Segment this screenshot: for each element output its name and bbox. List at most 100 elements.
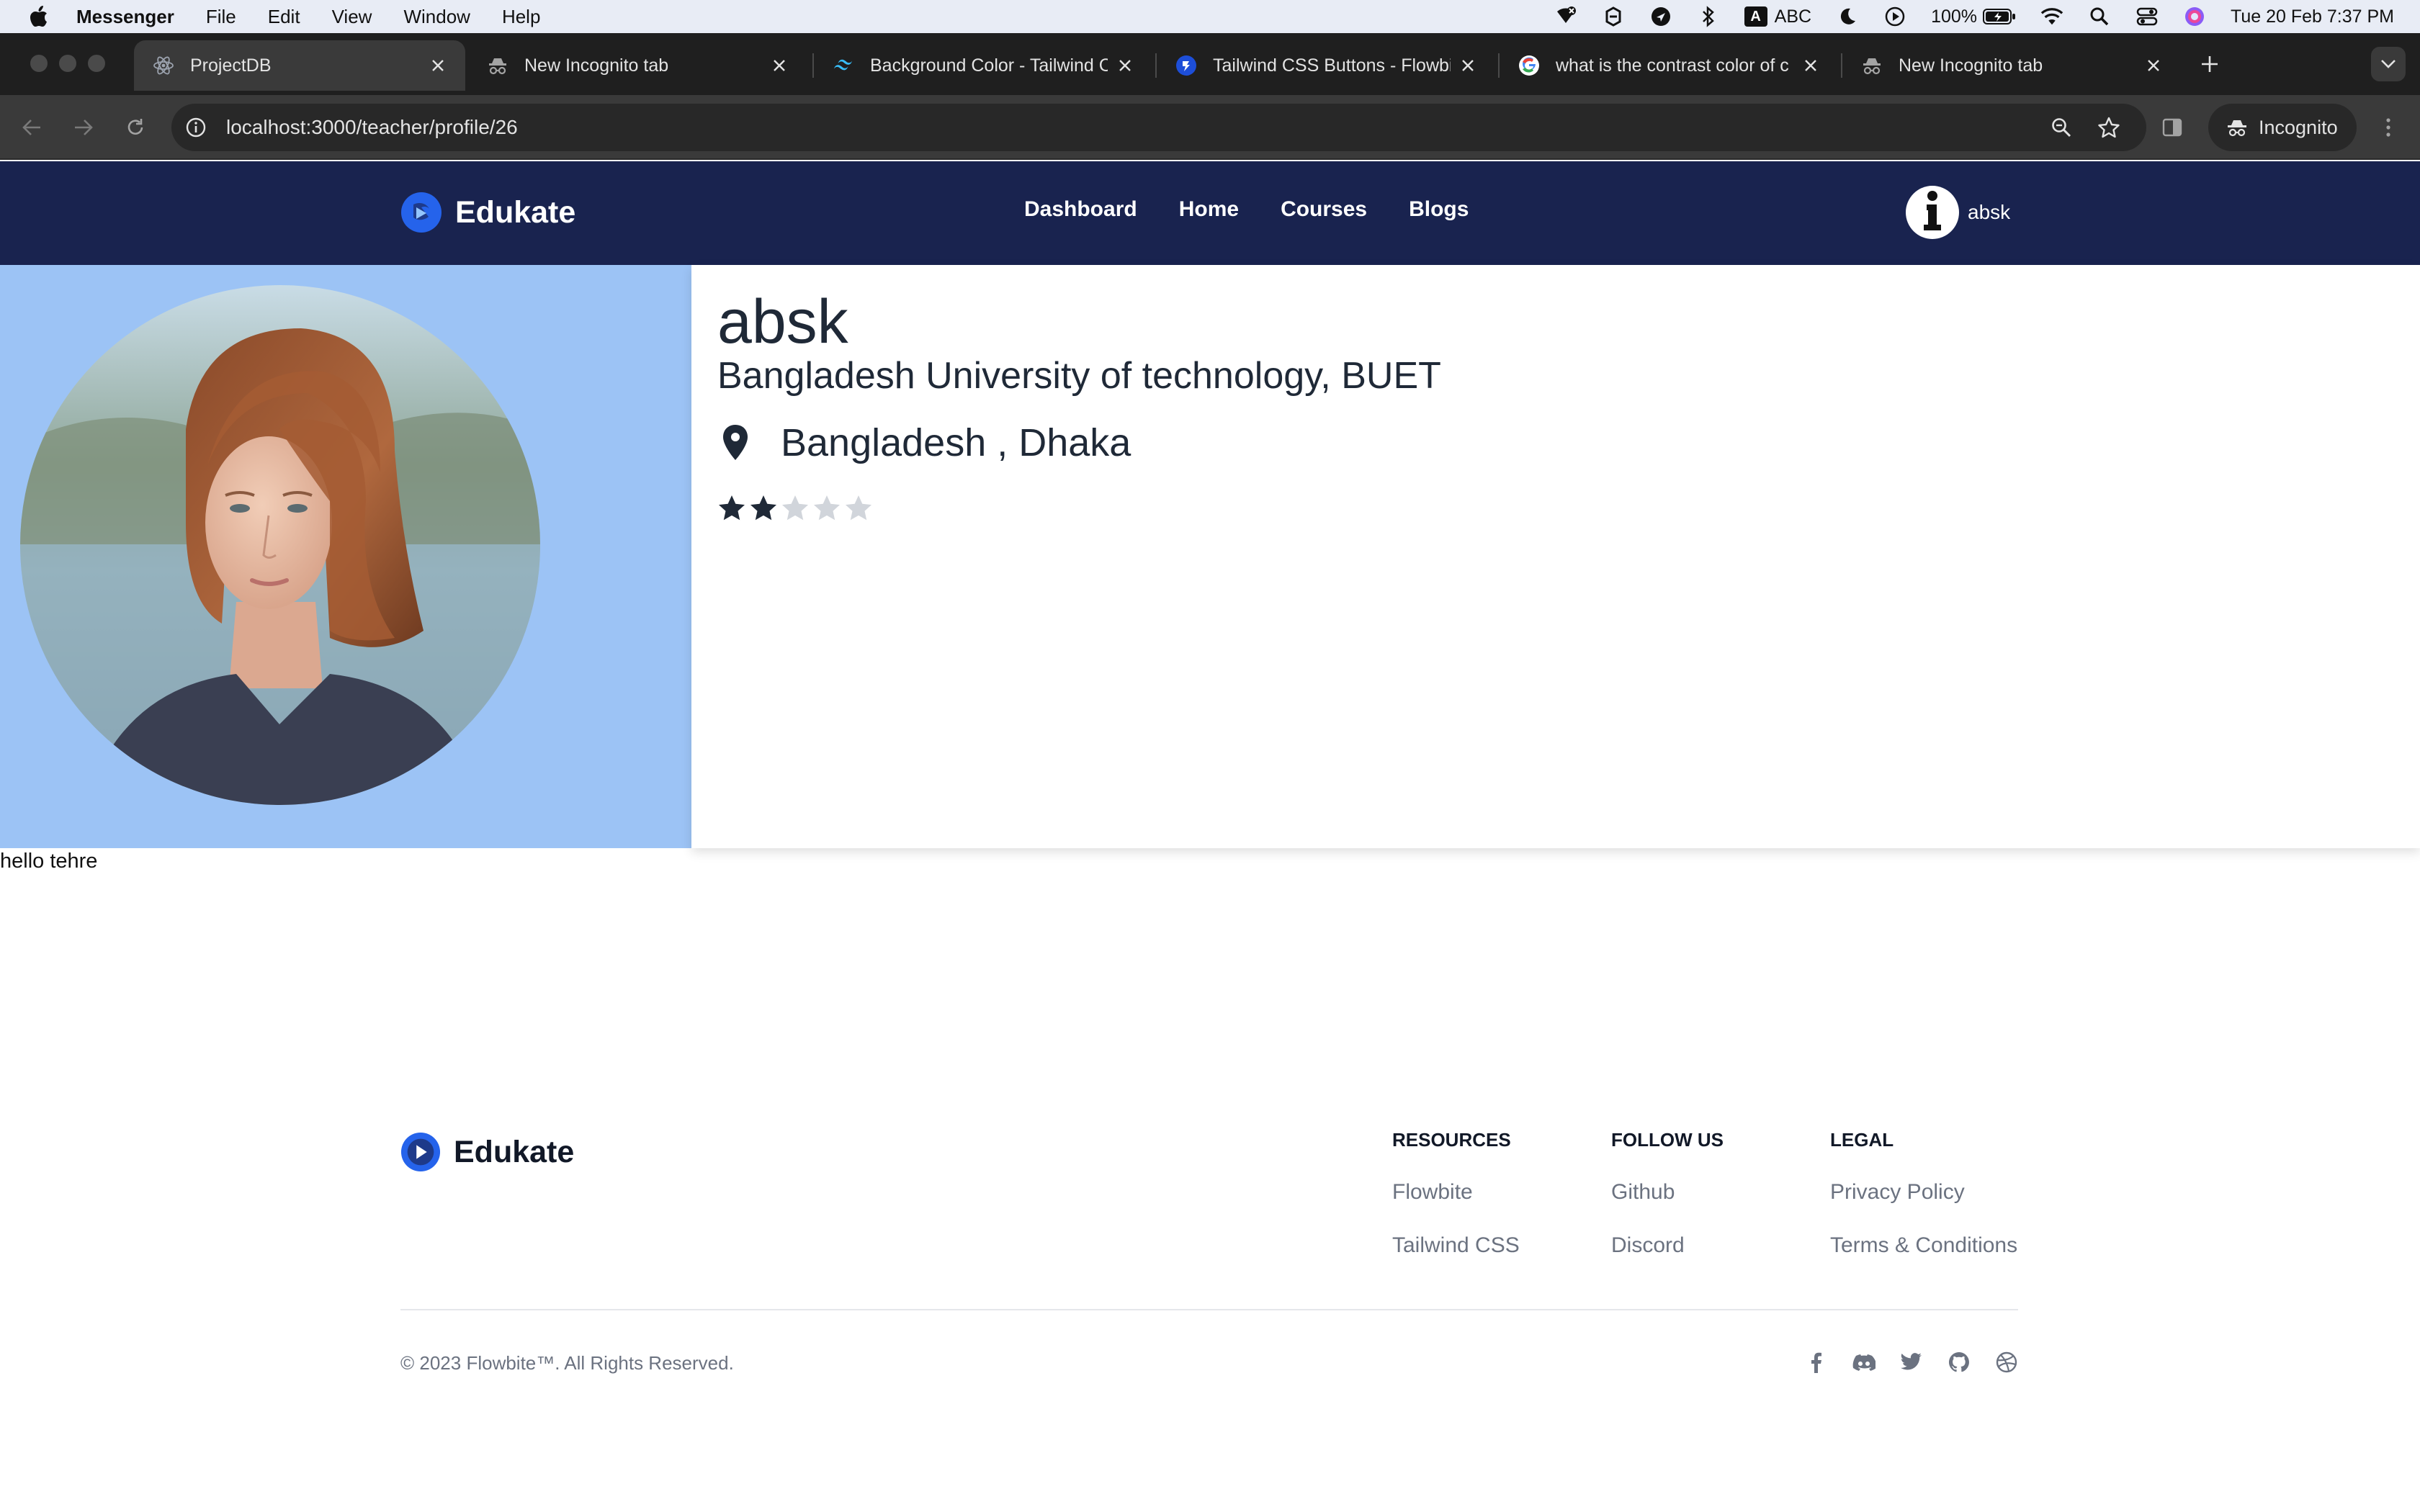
tab-close-icon[interactable] xyxy=(2142,54,2165,77)
dribbble-icon[interactable] xyxy=(1995,1351,2018,1374)
browser-tab-strip: ProjectDB New Incognito tab Background C… xyxy=(0,33,2420,95)
rating-stars xyxy=(717,494,873,523)
star-empty-icon xyxy=(814,495,840,521)
url-text[interactable]: localhost:3000/teacher/profile/26 xyxy=(226,116,518,139)
incognito-icon xyxy=(1861,55,1883,76)
incognito-label: Incognito xyxy=(2259,116,2338,138)
menu-file[interactable]: File xyxy=(206,6,236,28)
footer-column-resources: RESOURCES Flowbite Tailwind CSS xyxy=(1392,1123,1520,1287)
site-info-icon[interactable] xyxy=(184,116,207,139)
menu-view[interactable]: View xyxy=(332,6,372,28)
tab-close-icon[interactable] xyxy=(1113,54,1137,77)
main-nav-links: Dashboard Home Courses Blogs xyxy=(1024,197,1469,222)
footer-link-flowbite[interactable]: Flowbite xyxy=(1392,1180,1520,1205)
macos-menu-bar: Messenger File Edit View Window Help A A… xyxy=(0,0,2420,33)
zoom-magnifier-icon[interactable] xyxy=(2048,114,2074,140)
input-source-icon: A xyxy=(1744,6,1767,27)
window-close-button[interactable] xyxy=(30,55,48,72)
footer-copyright: © 2023 Flowbite™. All Rights Reserved. xyxy=(400,1352,734,1374)
now-playing-icon[interactable] xyxy=(1883,5,1906,28)
footer-link-tailwind[interactable]: Tailwind CSS xyxy=(1392,1233,1520,1258)
window-minimize-button[interactable] xyxy=(59,55,76,72)
profile-institution: Bangladesh University of technology, BUE… xyxy=(717,355,1441,397)
footer-column-legal: LEGAL Privacy Policy Terms & Conditions xyxy=(1830,1123,2017,1287)
sync-icon[interactable] xyxy=(1602,5,1625,28)
forward-arrow-icon[interactable] xyxy=(66,110,101,145)
nav-link-dashboard[interactable]: Dashboard xyxy=(1024,197,1137,222)
edukate-logo-icon xyxy=(401,192,442,233)
menu-edit[interactable]: Edit xyxy=(268,6,300,28)
map-pin-icon xyxy=(723,425,748,460)
vpn-status-icon[interactable] xyxy=(1554,5,1577,28)
nav-link-home[interactable]: Home xyxy=(1179,197,1239,222)
apple-icon[interactable] xyxy=(27,5,49,28)
tailwind-icon xyxy=(833,55,854,76)
back-arrow-icon[interactable] xyxy=(14,110,49,145)
browser-toolbar: localhost:3000/teacher/profile/26 Incogn… xyxy=(0,95,2420,160)
facebook-icon[interactable] xyxy=(1805,1351,1828,1374)
incognito-indicator[interactable]: Incognito xyxy=(2208,104,2357,151)
profile-photo xyxy=(20,285,540,805)
footer-link-privacy-policy[interactable]: Privacy Policy xyxy=(1830,1180,2017,1205)
bluetooth-icon[interactable] xyxy=(1697,5,1720,28)
tab-search-chevron-icon[interactable] xyxy=(2371,47,2406,81)
bookmark-star-icon[interactable] xyxy=(2096,114,2122,140)
tab-new-incognito-2[interactable]: New Incognito tab xyxy=(1842,40,2181,91)
focus-moon-icon[interactable] xyxy=(1836,5,1859,28)
github-icon[interactable] xyxy=(1948,1351,1971,1374)
tab-close-icon[interactable] xyxy=(1799,54,1822,77)
nav-link-blogs[interactable]: Blogs xyxy=(1409,197,1469,222)
window-zoom-button[interactable] xyxy=(88,55,105,72)
siri-icon[interactable] xyxy=(2183,5,2206,28)
profile-location-text: Bangladesh , Dhaka xyxy=(781,421,1131,464)
input-source[interactable]: A ABC xyxy=(1744,6,1811,27)
incognito-icon xyxy=(2226,116,2249,139)
address-bar[interactable]: localhost:3000/teacher/profile/26 xyxy=(171,104,2146,151)
menubar-clock[interactable]: Tue 20 Feb 7:37 PM xyxy=(2231,6,2394,27)
side-panel-icon[interactable] xyxy=(2155,110,2190,145)
star-filled-icon xyxy=(750,495,776,521)
tab-google-search[interactable]: what is the contrast color of c xyxy=(1500,40,1838,91)
site-footer: Edukate RESOURCES Flowbite Tailwind CSS … xyxy=(400,1123,2018,1397)
footer-link-discord[interactable]: Discord xyxy=(1611,1233,1724,1258)
tab-tailwind-buttons-flowbite[interactable]: Tailwind CSS Buttons - Flowbite xyxy=(1157,40,1495,91)
tab-close-icon[interactable] xyxy=(768,54,791,77)
footer-brand-name: Edukate xyxy=(454,1134,575,1169)
user-menu[interactable]: absk xyxy=(1906,186,2010,239)
navigation-icon[interactable] xyxy=(1649,5,1672,28)
footer-link-github[interactable]: Github xyxy=(1611,1180,1724,1205)
spotlight-search-icon[interactable] xyxy=(2088,5,2111,28)
battery-icon xyxy=(1983,9,2016,24)
footer-link-terms[interactable]: Terms & Conditions xyxy=(1830,1233,2017,1258)
react-icon xyxy=(153,55,174,76)
tab-title: ProjectDB xyxy=(190,55,272,76)
twitter-icon[interactable] xyxy=(1900,1351,1923,1374)
google-icon xyxy=(1518,55,1540,76)
brand-logo-link[interactable]: Edukate xyxy=(400,192,575,233)
new-tab-plus-icon[interactable] xyxy=(2192,47,2227,81)
footer-brand-link[interactable]: Edukate xyxy=(400,1132,574,1172)
reload-icon[interactable] xyxy=(118,110,153,145)
menu-app-name[interactable]: Messenger xyxy=(76,6,174,28)
tab-close-icon[interactable] xyxy=(1456,54,1479,77)
tab-projectdb[interactable]: ProjectDB xyxy=(134,40,465,91)
user-avatar xyxy=(1906,186,1959,239)
tab-title: New Incognito tab xyxy=(1899,55,2043,76)
footer-column-follow-us: FOLLOW US Github Discord xyxy=(1611,1123,1724,1287)
menu-window[interactable]: Window xyxy=(403,6,470,28)
star-empty-icon xyxy=(846,495,871,521)
discord-icon[interactable] xyxy=(1852,1351,1876,1374)
profile-location: Bangladesh , Dhaka xyxy=(717,420,1131,465)
footer-heading: FOLLOW US xyxy=(1611,1129,1724,1151)
nav-link-courses[interactable]: Courses xyxy=(1281,197,1367,222)
control-center-icon[interactable] xyxy=(2136,5,2159,28)
chrome-menu-kebab-icon[interactable] xyxy=(2371,110,2406,145)
wifi-icon[interactable] xyxy=(2040,5,2063,28)
tab-new-incognito[interactable]: New Incognito tab xyxy=(468,40,807,91)
menu-help[interactable]: Help xyxy=(502,6,540,28)
battery-percent: 100% xyxy=(1931,6,1978,27)
battery-status[interactable]: 100% xyxy=(1931,6,2016,27)
tab-background-color-tailwind[interactable]: Background Color - Tailwind CSS xyxy=(814,40,1152,91)
tab-close-icon[interactable] xyxy=(426,54,449,77)
profile-name: absk xyxy=(717,287,848,356)
